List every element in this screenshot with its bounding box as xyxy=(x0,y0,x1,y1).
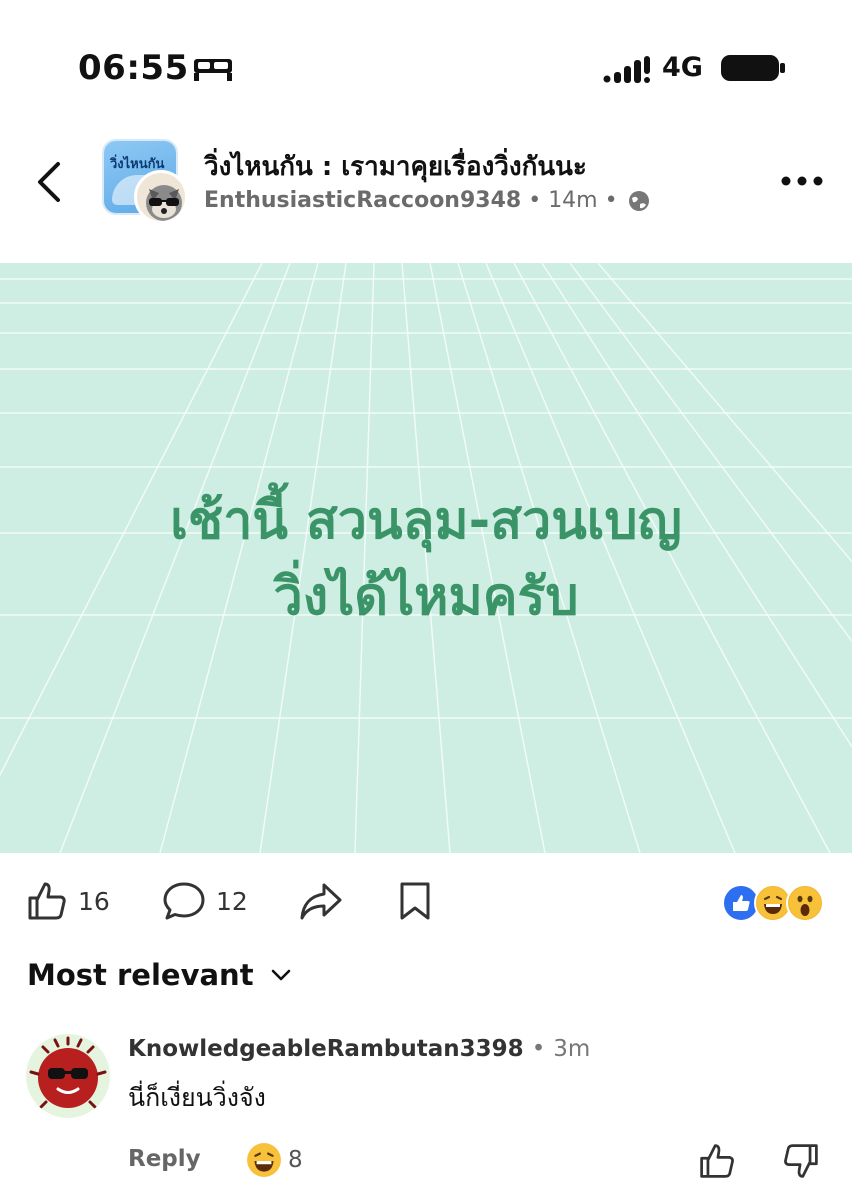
comment-text: นี่ก็เงี่ยนวิ่งจัง xyxy=(128,1083,266,1112)
rambutan-avatar-icon xyxy=(29,1036,107,1109)
comment-author-line: KnowledgeableRambutan3398 • 3m xyxy=(128,1036,590,1062)
share-button[interactable] xyxy=(298,880,344,922)
thumbs-down-icon[interactable] xyxy=(782,1142,820,1180)
action-bar: 16 12 xyxy=(0,870,852,940)
post-header: วิ่งไหนกัน วิ่งไหนกัน : เรามาคุยเรื่องวิ… xyxy=(0,130,852,240)
comment-reaction[interactable]: 8 xyxy=(246,1142,303,1178)
reaction-summary[interactable] xyxy=(722,884,824,922)
comment-button[interactable]: 12 xyxy=(162,880,248,922)
thumbs-up-icon xyxy=(28,882,66,920)
post-time: 14m xyxy=(548,188,598,213)
like-button[interactable]: 16 xyxy=(26,880,110,922)
wow-reaction-icon xyxy=(786,884,824,922)
raccoon-avatar-icon xyxy=(146,185,182,221)
network-label: 4G xyxy=(662,52,703,83)
comment-bubble-icon xyxy=(163,882,205,920)
comment-reaction-count: 8 xyxy=(288,1147,303,1173)
back-icon[interactable] xyxy=(34,160,64,204)
post-image[interactable]: เช้านี้ สวนลุม-สวนเบญ วิ่งได้ไหมครับ xyxy=(0,263,852,853)
share-arrow-icon xyxy=(300,883,342,920)
globe-icon xyxy=(628,190,649,211)
post-image-text-line1: เช้านี้ สวนลุม-สวนเบญ xyxy=(170,491,682,551)
comment-author[interactable]: KnowledgeableRambutan3398 xyxy=(128,1036,524,1062)
reply-button[interactable]: Reply xyxy=(128,1146,201,1172)
commenter-avatar[interactable] xyxy=(26,1034,110,1118)
battery-icon xyxy=(721,55,785,81)
signal-icon xyxy=(603,56,650,83)
post-author[interactable]: EnthusiasticRaccoon9348 xyxy=(204,188,521,213)
comment-separator: • xyxy=(531,1036,546,1062)
sort-label: Most relevant xyxy=(27,958,254,992)
status-time: 06:55 xyxy=(78,48,189,88)
meta-separator: • xyxy=(604,188,618,213)
comment-time: 3m xyxy=(553,1036,591,1062)
comment-count: 12 xyxy=(216,886,248,916)
group-name[interactable]: วิ่งไหนกัน : เรามาคุยเรื่องวิ่งกันนะ xyxy=(204,146,587,187)
status-bar: 06:55 4G xyxy=(0,0,852,120)
save-button[interactable] xyxy=(398,880,432,922)
laugh-reaction-icon xyxy=(247,1143,281,1177)
bed-icon xyxy=(194,59,232,81)
meta-separator: • xyxy=(528,188,542,213)
bookmark-icon xyxy=(400,882,430,920)
more-options-icon[interactable] xyxy=(780,174,824,188)
comment-sort-dropdown[interactable]: Most relevant xyxy=(27,958,292,992)
comment-item: KnowledgeableRambutan3398 • 3m นี่ก็เงี่… xyxy=(0,1030,852,1200)
user-avatar[interactable] xyxy=(134,170,188,224)
post-meta: EnthusiasticRaccoon9348 • 14m • xyxy=(204,188,651,213)
like-count: 16 xyxy=(78,886,110,916)
chevron-down-icon xyxy=(271,969,290,981)
post-image-text: เช้านี้ สวนลุม-สวนเบญ วิ่งได้ไหมครับ xyxy=(0,483,852,635)
post-image-text-line2: วิ่งได้ไหมครับ xyxy=(273,567,579,627)
thumbs-up-icon[interactable] xyxy=(698,1142,736,1180)
comment-actions: Reply 8 xyxy=(128,1142,828,1182)
